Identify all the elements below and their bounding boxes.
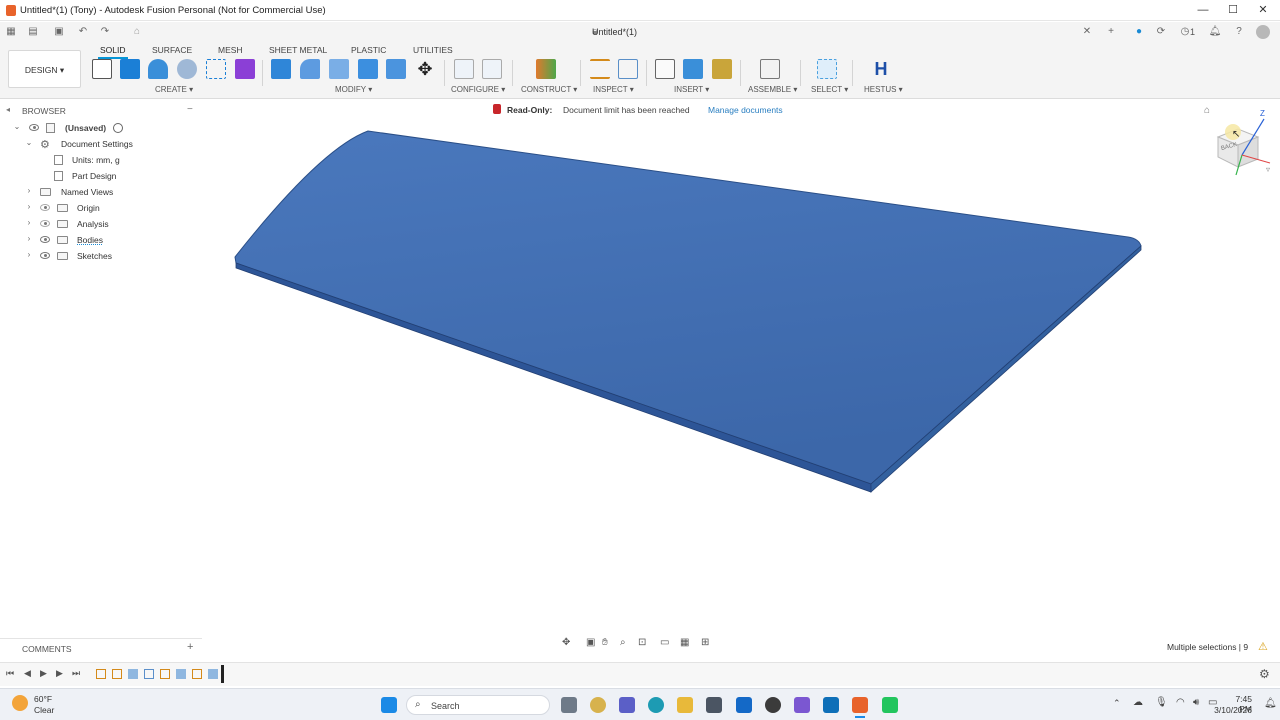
skip-start-icon[interactable]: ⏮︎	[6, 668, 14, 679]
play-icon[interactable]: ▶︎	[40, 668, 47, 679]
dell-icon[interactable]	[765, 697, 781, 713]
comments-title: COMMENTS	[22, 644, 72, 654]
weather-condition: Clear	[34, 705, 55, 715]
warning-icon[interactable]: ⚠	[1258, 640, 1268, 653]
windows-start-icon[interactable]	[381, 697, 397, 713]
fusion-taskbar-icon[interactable]	[852, 697, 868, 713]
timeline-sketch-icon[interactable]	[160, 669, 170, 679]
timeline-sketch-icon[interactable]	[96, 669, 106, 679]
timeline-feature-icon[interactable]	[176, 669, 186, 679]
add-comment-button[interactable]: +	[187, 641, 193, 653]
zoom-icon[interactable]: ⌕	[620, 637, 626, 648]
weather-temp: 60°F	[34, 694, 53, 704]
timeline-marker[interactable]	[221, 665, 224, 683]
taskbar-search[interactable]: ⌕ Search	[406, 695, 550, 715]
volume-icon[interactable]: 🔊︎	[1193, 697, 1199, 708]
wifi-icon[interactable]: ◠	[1176, 697, 1185, 708]
timeline: ⏮︎ ◀︎ ▶︎ ▶︎ ⏭︎ ⚙	[0, 662, 1280, 686]
look-at-icon[interactable]: ▣	[586, 637, 595, 648]
display-settings-icon[interactable]: ▭	[660, 637, 669, 648]
search-label: Search	[431, 701, 460, 711]
timeline-feature-icon[interactable]	[128, 669, 138, 679]
outlook-icon[interactable]	[736, 697, 752, 713]
store-icon[interactable]	[706, 697, 722, 713]
tray-overflow-icon[interactable]: ⌃	[1113, 698, 1121, 709]
z-axis-label: Z	[1260, 109, 1265, 118]
vscode-icon[interactable]	[823, 697, 839, 713]
timeline-settings-icon[interactable]: ⚙	[1259, 667, 1270, 681]
viewports-icon[interactable]: ⊞	[701, 637, 709, 648]
timeline-feature-icon[interactable]	[144, 669, 154, 679]
step-back-icon[interactable]: ◀︎	[24, 668, 31, 679]
windows-taskbar: 60°F Clear ⌕ Search ⌃ ☁ 🎙︎ ◠ 🔊︎ ▭ 7:45 P…	[0, 688, 1280, 720]
pan-icon[interactable]: ✋︎	[602, 637, 608, 648]
navigation-bar: ✥ ▣ ✋︎ ⌕ ⊡ ▭ ▦ ⊞	[560, 636, 720, 652]
fit-icon[interactable]: ⊡	[638, 637, 646, 648]
selection-status: Multiple selections | 9	[1167, 642, 1249, 652]
grid-settings-icon[interactable]: ▦	[680, 637, 689, 648]
weather-icon[interactable]	[12, 695, 28, 711]
viewcube[interactable]: ⌂ BACK Z ↖ ▿	[1204, 103, 1280, 183]
file-explorer-icon[interactable]	[677, 697, 693, 713]
microphone-icon[interactable]: 🎙︎	[1155, 697, 1168, 708]
timeline-sketch-icon[interactable]	[192, 669, 202, 679]
comments-panel: COMMENTS +	[0, 638, 202, 654]
timeline-sketch-icon[interactable]	[112, 669, 122, 679]
viewport-canvas[interactable]	[0, 0, 1280, 720]
viewcube-menu-icon[interactable]: ▿	[1266, 165, 1270, 174]
search-icon: ⌕	[415, 699, 421, 710]
home-view-icon[interactable]: ⌂	[1204, 105, 1210, 116]
wing-top-surface	[234, 130, 1142, 485]
edge-icon[interactable]	[648, 697, 664, 713]
xbox-icon[interactable]	[882, 697, 898, 713]
skip-end-icon[interactable]: ⏭︎	[72, 668, 80, 679]
onedrive-icon[interactable]: ☁	[1133, 697, 1143, 708]
timeline-feature-icon[interactable]	[208, 669, 218, 679]
clock-date[interactable]: 3/10/2026	[1214, 705, 1252, 715]
copilot-icon[interactable]	[590, 697, 606, 713]
notification-center-icon[interactable]: 🔔︎	[1264, 698, 1277, 709]
cursor-icon: ↖	[1232, 129, 1241, 140]
step-forward-icon[interactable]: ▶︎	[56, 668, 63, 679]
task-view-icon[interactable]	[561, 697, 577, 713]
wing-body[interactable]	[234, 130, 1142, 493]
orbit-icon[interactable]: ✥	[562, 637, 570, 648]
active-app-indicator	[855, 716, 865, 718]
app-icon[interactable]	[794, 697, 810, 713]
teams-icon[interactable]	[619, 697, 635, 713]
